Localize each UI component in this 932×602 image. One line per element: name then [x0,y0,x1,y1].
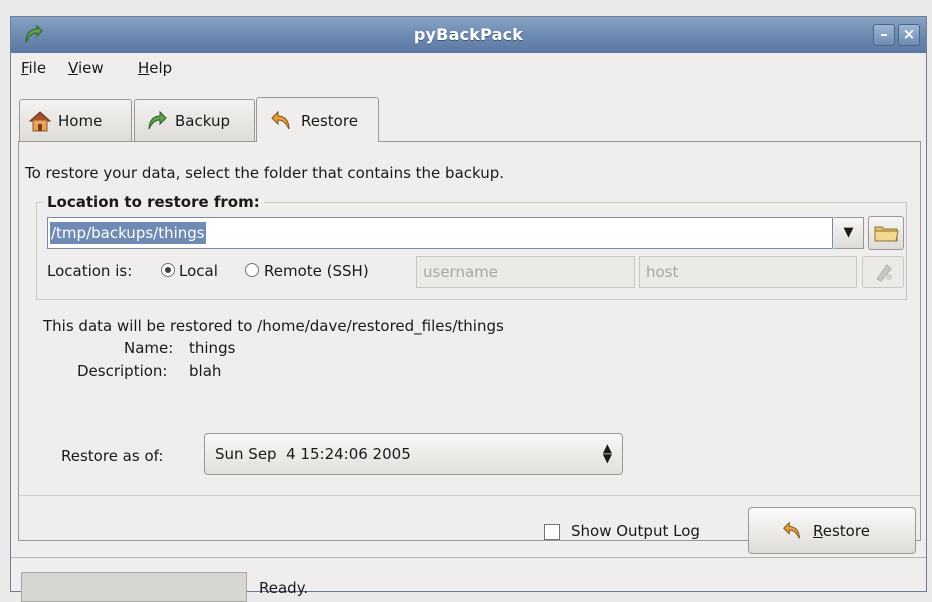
menu-view[interactable]: View [68,59,104,77]
restore-date-select[interactable]: Sun Sep 4 15:24:06 2005 ▲ ▼ [204,433,623,475]
backup-arrow-icon [148,110,167,130]
progress-bar [21,572,247,602]
restore-button-label: Restore [813,522,870,540]
location-input[interactable]: /tmp/backups/things [47,217,833,249]
host-placeholder: host [646,263,679,281]
minimize-icon: – [880,25,888,43]
name-label: Name: [124,339,174,357]
instructions-text: To restore your data, select the folder … [25,164,505,182]
tab-home-label: Home [58,112,103,130]
chevron-down-icon: ▼ [843,225,854,240]
tab-backup-label: Backup [175,112,230,130]
statusbar-divider [11,557,926,558]
menu-file-label: File [21,59,47,77]
minimize-button[interactable]: – [873,24,895,46]
location-is-label: Location is: [47,262,133,280]
restore-target-text: This data will be restored to /home/dave… [43,317,504,335]
username-placeholder: username [423,263,498,281]
location-value: /tmp/backups/things [50,222,206,244]
description-value: blah [189,362,222,380]
radio-local-label: Local [179,262,218,280]
status-text: Ready. [259,579,309,597]
radio-remote-ssh[interactable] [245,263,259,277]
restore-as-of-label: Restore as of: [61,447,164,465]
divider [19,495,920,496]
location-dropdown-button[interactable]: ▼ [834,217,864,249]
updown-arrows-icon: ▲ ▼ [602,441,612,465]
restore-arrow-icon [783,521,800,539]
menu-help-label: Help [138,59,173,77]
title-bar[interactable]: pyBackPack – × [11,17,926,53]
name-value: things [189,339,236,357]
username-field[interactable]: username [416,256,635,288]
app-window: pyBackPack – × File View Help Home Backu… [10,16,927,602]
restore-arrow-icon [271,110,290,130]
show-output-log-label: Show Output Log [571,522,700,540]
menu-bar: File View Help [11,53,926,83]
restore-date-value: Sun Sep 4 15:24:06 2005 [215,445,411,463]
menu-file[interactable]: File [21,59,46,77]
window-title: pyBackPack [413,25,524,44]
host-field[interactable]: host [639,256,857,288]
menu-view-label: View [68,59,104,77]
description-label: Description: [77,362,168,380]
browse-folder-button[interactable] [868,216,904,250]
radio-remote-label: Remote (SSH) [264,262,369,280]
radio-local[interactable] [161,263,175,277]
restore-button[interactable]: Restore [748,507,916,554]
close-button[interactable]: × [898,24,920,46]
tab-restore[interactable]: Restore [256,97,379,142]
location-frame-title: Location to restore from: [43,193,264,211]
menu-help[interactable]: Help [138,59,172,77]
close-icon: × [902,25,916,43]
tab-backup[interactable]: Backup [134,99,255,141]
folder-icon [874,226,899,242]
home-icon [28,111,52,132]
show-output-log-checkbox[interactable] [544,524,560,540]
tab-home[interactable]: Home [19,99,132,141]
tab-restore-label: Restore [301,112,358,130]
ssh-connect-button[interactable] [862,256,904,288]
network-icon [876,264,892,282]
